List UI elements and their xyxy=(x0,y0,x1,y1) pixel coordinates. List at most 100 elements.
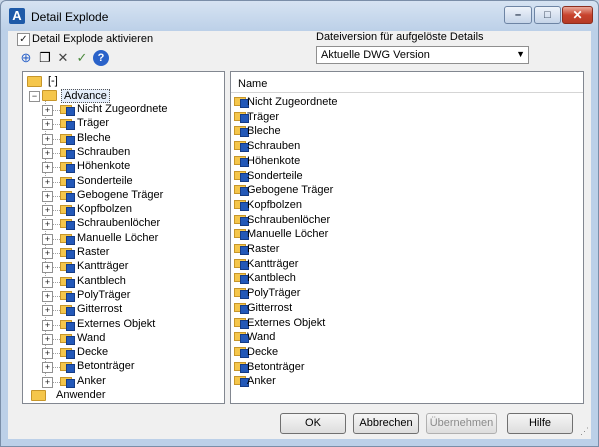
expand-icon[interactable]: + xyxy=(42,377,53,388)
column-header-name[interactable]: Name xyxy=(231,72,583,93)
blue-folder-icon xyxy=(60,161,75,173)
blue-folder-icon xyxy=(60,190,75,202)
blue-folder-icon xyxy=(60,319,75,331)
delete-icon[interactable]: ✕ xyxy=(55,50,71,66)
list-item[interactable]: Träger xyxy=(234,109,574,124)
list-item[interactable]: Manuelle Löcher xyxy=(234,226,574,241)
list-item[interactable]: Kantträger xyxy=(234,256,574,271)
ok-button[interactable]: OK xyxy=(280,413,346,434)
list-item[interactable]: Betonträger xyxy=(234,359,574,374)
tree-item-label: Wand xyxy=(77,332,106,344)
tree-item-label: Decke xyxy=(77,346,109,358)
folder-open-icon xyxy=(27,76,42,87)
blue-folder-icon xyxy=(60,118,75,130)
tree-item-label: Nicht Zugeordnete xyxy=(77,103,168,115)
expand-icon[interactable]: + xyxy=(42,162,53,173)
list-item[interactable]: Sonderteile xyxy=(234,168,574,183)
apply-button[interactable]: Übernehmen xyxy=(426,413,497,434)
list-item[interactable]: Anker xyxy=(234,373,574,388)
maximize-button[interactable]: □ xyxy=(534,6,561,24)
help-icon[interactable]: ? xyxy=(93,50,109,66)
list-item[interactable]: Gebogene Träger xyxy=(234,182,574,197)
collapse-icon[interactable]: − xyxy=(29,91,40,102)
list-item[interactable]: Bleche xyxy=(234,123,574,138)
tree-item-label: Sonderteile xyxy=(77,175,133,187)
expand-icon[interactable]: + xyxy=(42,148,53,159)
tree-item-label: Anwender xyxy=(56,389,106,401)
file-version-label: Dateiversion für aufgelöste Details xyxy=(316,31,484,43)
list-item-label: Gebogene Träger xyxy=(247,184,334,196)
list-item[interactable]: Höhenkote xyxy=(234,153,574,168)
expand-icon[interactable]: + xyxy=(42,191,53,202)
list-item[interactable]: Externes Objekt xyxy=(234,315,574,330)
expand-icon[interactable]: + xyxy=(42,177,53,188)
expand-icon[interactable]: + xyxy=(42,334,53,345)
properties-icon[interactable]: ✓ xyxy=(74,50,90,66)
blue-folder-icon xyxy=(60,290,75,302)
list-item[interactable]: Decke xyxy=(234,344,574,359)
tree-item-label: Schrauben xyxy=(77,146,131,158)
expand-icon[interactable]: + xyxy=(42,291,53,302)
list-item[interactable]: Gitterrost xyxy=(234,300,574,315)
category-tree[interactable]: [-] − Advance + Nicht Zugeordnete + Träger + Ble… xyxy=(22,71,225,404)
list-item-label: Bleche xyxy=(247,125,281,137)
blue-folder-icon xyxy=(60,133,75,145)
expand-icon[interactable]: + xyxy=(42,305,53,316)
expand-icon[interactable]: + xyxy=(42,348,53,359)
list-item-label: Höhenkote xyxy=(247,155,301,167)
expand-icon[interactable]: + xyxy=(42,362,53,373)
expand-icon[interactable]: + xyxy=(42,248,53,259)
expand-icon[interactable]: + xyxy=(42,277,53,288)
blue-folder-icon xyxy=(60,247,75,259)
expand-icon[interactable]: + xyxy=(42,205,53,216)
expand-icon[interactable]: + xyxy=(42,105,53,116)
list-item[interactable]: Kantblech xyxy=(234,270,574,285)
tree-item-label: Kantblech xyxy=(77,275,126,287)
expand-icon[interactable]: + xyxy=(42,119,53,130)
add-icon[interactable]: ⊕ xyxy=(18,50,34,66)
file-version-value: Aktuelle DWG Version xyxy=(321,49,430,61)
file-version-select[interactable]: Aktuelle DWG Version ▼ xyxy=(316,46,529,64)
list-item-label: PolyTräger xyxy=(247,287,301,299)
dialog-window: A Detail Explode – □ ✕ ✓ Detail Explode … xyxy=(0,0,599,447)
list-item[interactable]: Nicht Zugeordnete xyxy=(234,94,574,109)
title-bar[interactable]: A Detail Explode – □ ✕ xyxy=(1,1,598,31)
expand-icon[interactable]: + xyxy=(42,234,53,245)
list-item-label: Kantträger xyxy=(247,258,299,270)
minimize-button[interactable]: – xyxy=(504,6,532,24)
blue-folder-icon xyxy=(60,376,75,388)
list-item-label: Kopfbolzen xyxy=(247,199,303,211)
list-item[interactable]: Kopfbolzen xyxy=(234,197,574,212)
list-item[interactable]: PolyTräger xyxy=(234,285,574,300)
list-item[interactable]: Schraubenlöcher xyxy=(234,212,574,227)
resize-grip-icon[interactable]: ⋰ xyxy=(580,426,589,437)
list-item-label: Decke xyxy=(247,346,279,358)
list-item[interactable]: Schrauben xyxy=(234,138,574,153)
list-item[interactable]: Wand xyxy=(234,329,574,344)
tree-item-label: Schraubenlöcher xyxy=(77,217,161,229)
list-item-label: Sonderteile xyxy=(247,170,303,182)
close-button[interactable]: ✕ xyxy=(562,6,593,24)
tree-item-label: Gebogene Träger xyxy=(77,189,164,201)
expand-icon[interactable]: + xyxy=(42,320,53,331)
copy-icon[interactable]: ❐ xyxy=(37,50,53,66)
expand-icon[interactable]: + xyxy=(42,134,53,145)
blue-folder-icon xyxy=(60,276,75,288)
list-item-label: Träger xyxy=(247,111,279,123)
list-item-label: Betonträger xyxy=(247,361,305,373)
list-item-label: Schraubenlöcher xyxy=(247,214,331,226)
expand-icon[interactable]: + xyxy=(42,262,53,273)
list-item-label: Anker xyxy=(247,375,276,387)
list-item[interactable]: Raster xyxy=(234,241,574,256)
name-list[interactable]: Name Nicht Zugeordnete Träger Bleche Schrau… xyxy=(230,71,584,404)
tree-item-label: Raster xyxy=(77,246,110,258)
cancel-button[interactable]: Abbrechen xyxy=(353,413,419,434)
blue-folder-icon xyxy=(60,147,75,159)
enable-detail-explode-checkbox[interactable]: ✓ xyxy=(17,33,30,46)
enable-detail-explode-label[interactable]: Detail Explode aktivieren xyxy=(32,33,153,45)
window-title: Detail Explode xyxy=(31,10,109,24)
folder-open-icon xyxy=(42,90,57,101)
help-button[interactable]: Hilfe xyxy=(507,413,573,434)
list-item-label: Wand xyxy=(247,331,276,343)
expand-icon[interactable]: + xyxy=(42,219,53,230)
